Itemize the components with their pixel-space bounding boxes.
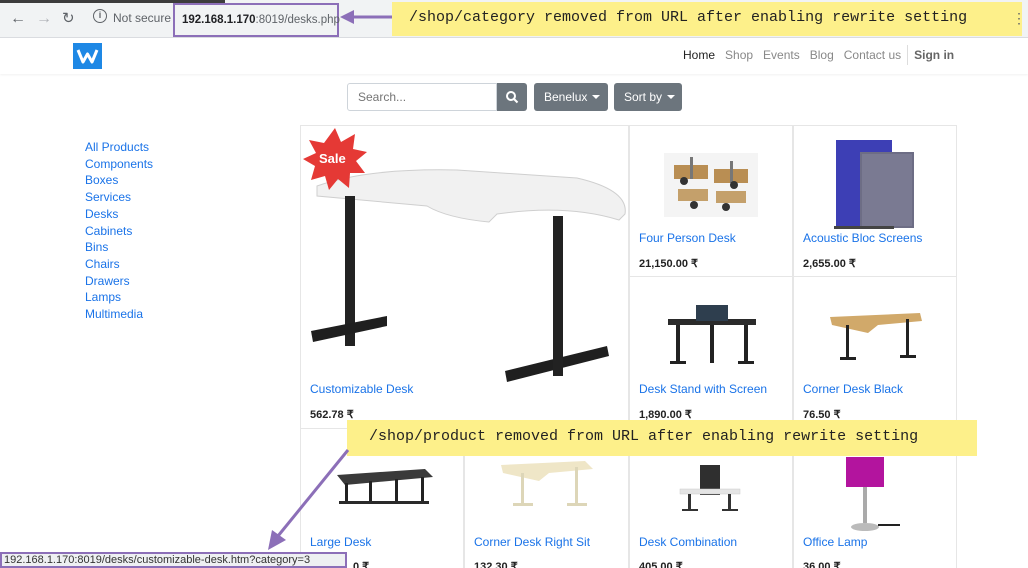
logo-icon <box>76 49 99 64</box>
main-nav: Home Shop Events Blog Contact us Sign in <box>683 45 964 65</box>
search-icon <box>506 91 519 104</box>
address-bar[interactable]: 192.168.1.170:8019/desks.php <box>173 3 340 37</box>
category-lamps[interactable]: Lamps <box>85 289 153 306</box>
product-name[interactable]: Acoustic Bloc Screens <box>803 231 922 245</box>
link-status-bar: 192.168.1.170:8019/desks/customizable-de… <box>0 552 347 568</box>
forward-arrow-icon[interactable]: → <box>36 10 52 28</box>
product-card[interactable]: Four Person Desk 21,150.00 ₹ <box>629 126 793 277</box>
category-desks[interactable]: Desks <box>85 206 153 223</box>
caret-down-icon <box>667 95 676 99</box>
category-services[interactable]: Services <box>85 189 153 206</box>
product-name[interactable]: Corner Desk Black <box>803 382 903 396</box>
category-drawers[interactable]: Drawers <box>85 273 153 290</box>
product-price: 0 ₹ <box>353 561 370 568</box>
nav-home[interactable]: Home <box>683 48 715 65</box>
product-card[interactable]: Corner Desk Black 76.50 ₹ <box>793 277 957 429</box>
site-header: Home Shop Events Blog Contact us Sign in <box>0 38 1028 74</box>
product-price: 405.00 ₹ <box>639 561 683 568</box>
product-image <box>846 457 900 531</box>
product-price: 2,655.00 ₹ <box>803 258 856 270</box>
reload-icon[interactable]: ↻ <box>62 10 75 28</box>
url-path: :8019/desks.php <box>255 14 340 26</box>
category-boxes[interactable]: Boxes <box>85 172 153 189</box>
caret-down-icon <box>592 95 601 99</box>
product-image <box>501 461 593 506</box>
search-button[interactable] <box>497 83 527 111</box>
nav-events[interactable]: Events <box>763 48 800 65</box>
product-name[interactable]: Four Person Desk <box>639 231 736 245</box>
product-card[interactable]: Desk Stand with Screen 1,890.00 ₹ <box>629 277 793 429</box>
category-bins[interactable]: Bins <box>85 239 153 256</box>
pricelist-dropdown[interactable]: Benelux <box>534 83 608 111</box>
product-image <box>664 153 758 217</box>
sign-in-link[interactable]: Sign in <box>914 48 954 65</box>
info-icon[interactable]: i <box>93 9 107 23</box>
nav-divider <box>907 45 909 65</box>
product-name[interactable]: Corner Desk Right Sit <box>474 535 590 549</box>
site-logo[interactable] <box>73 43 102 69</box>
pricelist-label: Benelux <box>544 90 588 104</box>
product-image <box>311 169 626 382</box>
sort-label: Sort by <box>624 90 663 104</box>
category-url-annotation: /shop/category removed from URL after en… <box>392 2 1022 36</box>
category-list: All Products Components Boxes Services D… <box>85 139 153 323</box>
product-name[interactable]: Desk Combination <box>639 535 737 549</box>
product-card[interactable]: Sale Customizable Desk 562.78 ₹ <box>300 126 629 429</box>
product-name[interactable]: Desk Stand with Screen <box>639 382 767 396</box>
url-host: 192.168.1.170 <box>182 14 256 26</box>
product-price: 36.00 ₹ <box>803 561 841 568</box>
nav-shop[interactable]: Shop <box>725 48 753 65</box>
category-components[interactable]: Components <box>85 156 153 173</box>
product-grid: Sale Customizable Desk 562.78 ₹ Four Per… <box>300 125 957 568</box>
category-cabinets[interactable]: Cabinets <box>85 223 153 240</box>
product-price: 21,150.00 ₹ <box>639 258 698 270</box>
category-chairs[interactable]: Chairs <box>85 256 153 273</box>
product-image <box>834 140 914 229</box>
product-name[interactable]: Office Lamp <box>803 535 867 549</box>
back-arrow-icon[interactable]: ← <box>10 10 26 28</box>
not-secure-label: Not secure <box>113 11 172 25</box>
product-card[interactable]: Acoustic Bloc Screens 2,655.00 ₹ <box>793 126 957 277</box>
sale-badge-label: Sale <box>319 151 346 166</box>
product-image <box>679 465 741 511</box>
category-multimedia[interactable]: Multimedia <box>85 306 153 323</box>
annotation-arrow-icon <box>268 449 350 550</box>
browser-menu-icon[interactable]: ⋮ <box>1012 10 1026 27</box>
product-url-annotation: /shop/product removed from URL after ena… <box>347 420 977 456</box>
nav-blog[interactable]: Blog <box>810 48 834 65</box>
browser-toolbar: ← → ↻ i Not secure 192.168.1.170:8019/de… <box>0 0 1028 38</box>
category-all-products[interactable]: All Products <box>85 139 153 156</box>
annotation-arrow-icon <box>340 10 396 24</box>
product-price: 132.30 ₹ <box>474 561 518 568</box>
search-input[interactable] <box>347 83 497 111</box>
nav-contact-us[interactable]: Contact us <box>844 48 901 65</box>
sort-dropdown[interactable]: Sort by <box>614 83 682 111</box>
product-name[interactable]: Customizable Desk <box>310 382 413 396</box>
page: ← → ↻ i Not secure 192.168.1.170:8019/de… <box>0 0 1028 568</box>
product-image <box>668 305 756 364</box>
product-image <box>830 313 922 360</box>
